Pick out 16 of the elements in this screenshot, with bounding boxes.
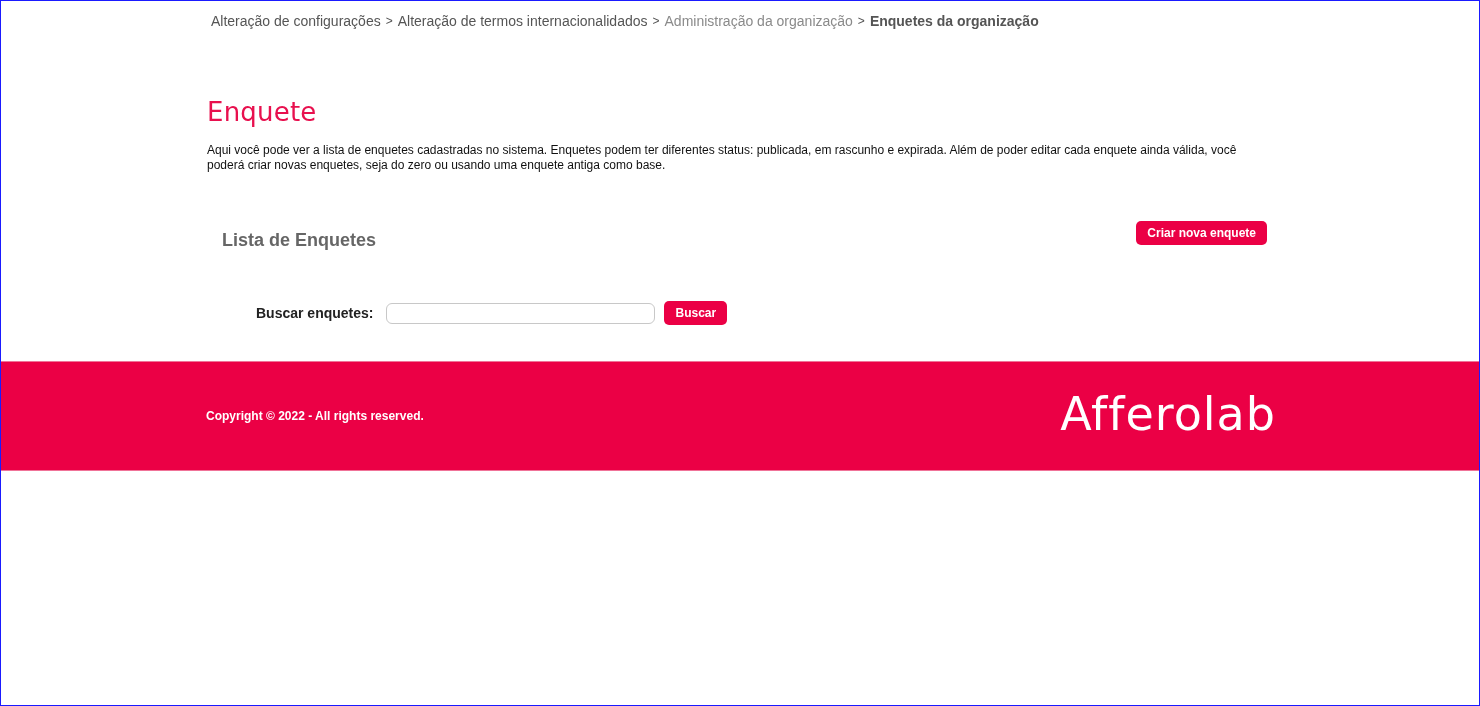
breadcrumb-separator: > xyxy=(652,13,660,29)
search-field[interactable] xyxy=(386,302,656,324)
search-label: Buscar enquetes: xyxy=(256,305,374,321)
breadcrumb-separator: > xyxy=(857,13,865,29)
search-button[interactable]: Buscar xyxy=(664,301,728,325)
section-title: Lista de Enquetes xyxy=(222,229,377,251)
breadcrumb-link[interactable]: Alteração de termos internacionalidados xyxy=(397,13,648,29)
brand-logo: Afferolab xyxy=(1060,389,1276,439)
create-poll-button[interactable]: Criar nova enquete xyxy=(1136,221,1267,245)
page-title: Enquete xyxy=(207,96,318,129)
breadcrumb-link[interactable]: Alteração de configurações xyxy=(211,13,381,29)
breadcrumb-link[interactable]: Administração da organização xyxy=(664,13,853,29)
breadcrumb-separator: > xyxy=(385,13,393,29)
page-description: Aqui você pode ver a lista de enquetes cadastradas no sistema. Enquetes podem ter diferentes status: publicada, em rascunho e expirada. Além de poder editar cada enquete ainda válida, você poderá criar novas enquetes, seja do zero ou usando uma enquete antiga como base. xyxy=(207,143,1238,173)
copyright-text: Copyright © 2022 - All rights reserved. xyxy=(206,409,424,423)
breadcrumb-current: Enquetes da organização xyxy=(869,13,1039,29)
